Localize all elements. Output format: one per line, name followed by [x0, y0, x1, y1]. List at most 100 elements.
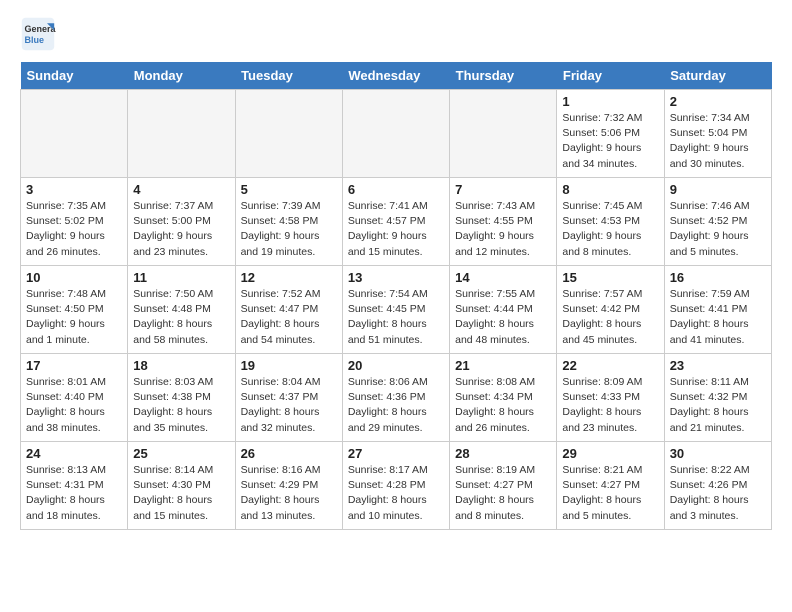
- weekday-header: Tuesday: [235, 62, 342, 90]
- day-info: Sunrise: 7:52 AM Sunset: 4:47 PM Dayligh…: [241, 287, 337, 348]
- day-cell: 21 Sunrise: 8:08 AM Sunset: 4:34 PM Dayli…: [450, 354, 557, 442]
- day-info: Sunrise: 8:14 AM Sunset: 4:30 PM Dayligh…: [133, 463, 229, 524]
- day-info: Sunrise: 7:57 AM Sunset: 4:42 PM Dayligh…: [562, 287, 658, 348]
- week-row: 24 Sunrise: 8:13 AM Sunset: 4:31 PM Dayli…: [21, 442, 772, 530]
- day-info: Sunrise: 7:45 AM Sunset: 4:53 PM Dayligh…: [562, 199, 658, 260]
- day-info: Sunrise: 7:34 AM Sunset: 5:04 PM Dayligh…: [670, 111, 766, 172]
- day-cell: 11Sunrise: 7:50 AM Sunset: 4:48 PM Dayli…: [128, 266, 235, 354]
- day-cell: [450, 90, 557, 178]
- day-cell: 2Sunrise: 7:34 AM Sunset: 5:04 PM Daylig…: [664, 90, 771, 178]
- day-cell: 10Sunrise: 7:48 AM Sunset: 4:50 PM Dayli…: [21, 266, 128, 354]
- page: General Blue SundayMondayTuesdayWednesda…: [0, 0, 792, 546]
- day-number: 16: [670, 270, 766, 285]
- day-cell: 17 Sunrise: 8:01 AM Sunset: 4:40 PM Dayli…: [21, 354, 128, 442]
- weekday-header: Wednesday: [342, 62, 449, 90]
- calendar-table: SundayMondayTuesdayWednesdayThursdayFrid…: [20, 62, 772, 530]
- day-cell: 22 Sunrise: 8:09 AM Sunset: 4:33 PM Dayli…: [557, 354, 664, 442]
- day-cell: 25 Sunrise: 8:14 AM Sunset: 4:30 PM Dayli…: [128, 442, 235, 530]
- day-number: 27: [348, 446, 444, 461]
- day-number: 22: [562, 358, 658, 373]
- day-cell: 30 Sunrise: 8:22 AM Sunset: 4:26 PM Dayli…: [664, 442, 771, 530]
- day-number: 28: [455, 446, 551, 461]
- weekday-header: Sunday: [21, 62, 128, 90]
- day-info: Sunrise: 8:06 AM Sunset: 4:36 PM Dayligh…: [348, 375, 444, 436]
- day-info: Sunrise: 8:22 AM Sunset: 4:26 PM Dayligh…: [670, 463, 766, 524]
- day-info: Sunrise: 7:43 AM Sunset: 4:55 PM Dayligh…: [455, 199, 551, 260]
- day-info: Sunrise: 7:37 AM Sunset: 5:00 PM Dayligh…: [133, 199, 229, 260]
- day-cell: 4Sunrise: 7:37 AM Sunset: 5:00 PM Daylig…: [128, 178, 235, 266]
- day-number: 17: [26, 358, 122, 373]
- day-number: 6: [348, 182, 444, 197]
- day-cell: 13Sunrise: 7:54 AM Sunset: 4:45 PM Dayli…: [342, 266, 449, 354]
- day-number: 1: [562, 94, 658, 109]
- day-info: Sunrise: 8:01 AM Sunset: 4:40 PM Dayligh…: [26, 375, 122, 436]
- week-row: 1 Sunrise: 7:32 AM Sunset: 5:06 PM Daylig…: [21, 90, 772, 178]
- day-number: 29: [562, 446, 658, 461]
- day-info: Sunrise: 8:16 AM Sunset: 4:29 PM Dayligh…: [241, 463, 337, 524]
- day-cell: 27 Sunrise: 8:17 AM Sunset: 4:28 PM Dayli…: [342, 442, 449, 530]
- day-cell: 7 Sunrise: 7:43 AM Sunset: 4:55 PM Daylig…: [450, 178, 557, 266]
- day-info: Sunrise: 8:03 AM Sunset: 4:38 PM Dayligh…: [133, 375, 229, 436]
- logo: General Blue: [20, 16, 56, 52]
- day-info: Sunrise: 7:54 AM Sunset: 4:45 PM Dayligh…: [348, 287, 444, 348]
- day-number: 20: [348, 358, 444, 373]
- day-info: Sunrise: 7:46 AM Sunset: 4:52 PM Dayligh…: [670, 199, 766, 260]
- day-number: 8: [562, 182, 658, 197]
- day-cell: 1 Sunrise: 7:32 AM Sunset: 5:06 PM Daylig…: [557, 90, 664, 178]
- day-cell: 5Sunrise: 7:39 AM Sunset: 4:58 PM Daylig…: [235, 178, 342, 266]
- day-cell: 9 Sunrise: 7:46 AM Sunset: 4:52 PM Daylig…: [664, 178, 771, 266]
- day-number: 25: [133, 446, 229, 461]
- day-cell: [21, 90, 128, 178]
- day-number: 30: [670, 446, 766, 461]
- day-cell: 14Sunrise: 7:55 AM Sunset: 4:44 PM Dayli…: [450, 266, 557, 354]
- logo-icon: General Blue: [20, 16, 56, 52]
- day-info: Sunrise: 8:11 AM Sunset: 4:32 PM Dayligh…: [670, 375, 766, 436]
- day-number: 26: [241, 446, 337, 461]
- day-cell: 28 Sunrise: 8:19 AM Sunset: 4:27 PM Dayli…: [450, 442, 557, 530]
- day-number: 19: [241, 358, 337, 373]
- weekday-header: Monday: [128, 62, 235, 90]
- week-row: 17 Sunrise: 8:01 AM Sunset: 4:40 PM Dayli…: [21, 354, 772, 442]
- day-number: 21: [455, 358, 551, 373]
- day-info: Sunrise: 8:08 AM Sunset: 4:34 PM Dayligh…: [455, 375, 551, 436]
- week-row: 3 Sunrise: 7:35 AM Sunset: 5:02 PM Daylig…: [21, 178, 772, 266]
- day-info: Sunrise: 7:48 AM Sunset: 4:50 PM Dayligh…: [26, 287, 122, 348]
- day-info: Sunrise: 8:09 AM Sunset: 4:33 PM Dayligh…: [562, 375, 658, 436]
- day-cell: 29 Sunrise: 8:21 AM Sunset: 4:27 PM Dayli…: [557, 442, 664, 530]
- day-number: 7: [455, 182, 551, 197]
- day-number: 23: [670, 358, 766, 373]
- day-cell: [235, 90, 342, 178]
- week-row: 10Sunrise: 7:48 AM Sunset: 4:50 PM Dayli…: [21, 266, 772, 354]
- day-cell: 26 Sunrise: 8:16 AM Sunset: 4:29 PM Dayli…: [235, 442, 342, 530]
- day-number: 18: [133, 358, 229, 373]
- day-info: Sunrise: 7:35 AM Sunset: 5:02 PM Dayligh…: [26, 199, 122, 260]
- day-cell: 15 Sunrise: 7:57 AM Sunset: 4:42 PM Dayli…: [557, 266, 664, 354]
- day-cell: 23 Sunrise: 8:11 AM Sunset: 4:32 PM Dayli…: [664, 354, 771, 442]
- header: General Blue: [20, 16, 772, 52]
- day-info: Sunrise: 8:17 AM Sunset: 4:28 PM Dayligh…: [348, 463, 444, 524]
- day-cell: [128, 90, 235, 178]
- day-number: 12: [241, 270, 337, 285]
- day-cell: [342, 90, 449, 178]
- day-cell: 19 Sunrise: 8:04 AM Sunset: 4:37 PM Dayli…: [235, 354, 342, 442]
- day-number: 9: [670, 182, 766, 197]
- day-number: 14: [455, 270, 551, 285]
- day-cell: 16Sunrise: 7:59 AM Sunset: 4:41 PM Dayli…: [664, 266, 771, 354]
- day-info: Sunrise: 8:04 AM Sunset: 4:37 PM Dayligh…: [241, 375, 337, 436]
- day-cell: 18 Sunrise: 8:03 AM Sunset: 4:38 PM Dayli…: [128, 354, 235, 442]
- day-number: 3: [26, 182, 122, 197]
- day-cell: 8 Sunrise: 7:45 AM Sunset: 4:53 PM Daylig…: [557, 178, 664, 266]
- day-info: Sunrise: 7:41 AM Sunset: 4:57 PM Dayligh…: [348, 199, 444, 260]
- day-cell: 6 Sunrise: 7:41 AM Sunset: 4:57 PM Daylig…: [342, 178, 449, 266]
- day-number: 24: [26, 446, 122, 461]
- day-number: 15: [562, 270, 658, 285]
- weekday-header: Thursday: [450, 62, 557, 90]
- day-info: Sunrise: 7:32 AM Sunset: 5:06 PM Dayligh…: [562, 111, 658, 172]
- day-info: Sunrise: 8:13 AM Sunset: 4:31 PM Dayligh…: [26, 463, 122, 524]
- day-number: 11: [133, 270, 229, 285]
- day-info: Sunrise: 8:19 AM Sunset: 4:27 PM Dayligh…: [455, 463, 551, 524]
- weekday-header: Saturday: [664, 62, 771, 90]
- svg-text:Blue: Blue: [25, 35, 45, 45]
- day-info: Sunrise: 8:21 AM Sunset: 4:27 PM Dayligh…: [562, 463, 658, 524]
- day-cell: 3 Sunrise: 7:35 AM Sunset: 5:02 PM Daylig…: [21, 178, 128, 266]
